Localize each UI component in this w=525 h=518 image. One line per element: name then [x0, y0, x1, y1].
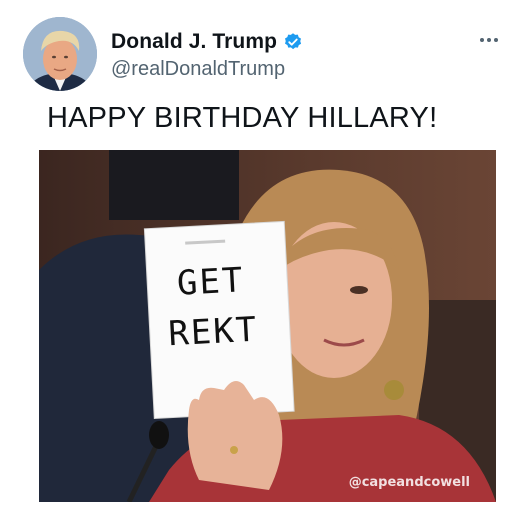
- dot: [487, 38, 491, 42]
- card-line-2: REKT: [167, 309, 260, 355]
- media-watermark: @capeandcowell: [348, 475, 470, 490]
- more-options-icon[interactable]: [474, 30, 504, 50]
- dot: [494, 38, 498, 42]
- card-message: GET REKT: [145, 259, 280, 356]
- avatar-portrait: [23, 17, 97, 91]
- author-display-name[interactable]: Donald J. Trump: [111, 30, 277, 54]
- dot: [480, 38, 484, 42]
- tweet-media-image[interactable]: GET REKT @capeandcowell: [39, 150, 496, 502]
- tweet-text: HAPPY BIRTHDAY HILLARY!: [47, 102, 438, 134]
- verified-badge-icon: [283, 32, 303, 52]
- author-handle[interactable]: @realDonaldTrump: [111, 58, 285, 81]
- card-line-1: GET: [175, 260, 246, 304]
- avatar[interactable]: [23, 17, 97, 91]
